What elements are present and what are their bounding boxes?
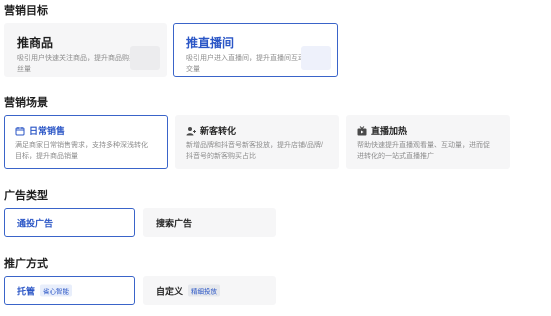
adtype-label-text: 通投广告 <box>17 218 54 228</box>
method-label: 自定义 精细投放 <box>156 284 221 297</box>
live-icon <box>357 125 367 135</box>
goal-title: 推商品 <box>17 36 54 50</box>
scene-head: 日常销售 <box>15 124 65 137</box>
bag-watermark-icon <box>130 46 160 70</box>
scene-head: 新客转化 <box>186 124 236 137</box>
scene-desc: 帮助快速提升直播观看量、互动量，进而促进转化的一站式直播推广 <box>357 142 490 160</box>
scene-title: 直播加热 <box>371 126 408 136</box>
scene-title: 新客转化 <box>200 126 237 136</box>
scene-card-daily-sales[interactable]: 日常销售 满足商家日常销售需求，支持多种深浅转化目标，提升商品销量 <box>4 115 168 169</box>
section-title-goal: 营销目标 <box>4 5 48 17</box>
method-label-text: 自定义 <box>156 286 184 296</box>
goal-title: 推直播间 <box>186 36 235 50</box>
adtype-option-search[interactable]: 搜索广告 <box>143 208 276 237</box>
method-tag: 省心智能 <box>40 284 73 297</box>
live-watermark-icon <box>301 46 331 70</box>
adtype-label: 通投广告 <box>17 216 53 229</box>
scene-head: 直播加热 <box>357 124 407 137</box>
method-tag: 精细投放 <box>188 284 221 297</box>
goal-card-product[interactable]: 推商品 吸引用户快速关注商品，提升商品购买量和粉丝量 <box>4 23 167 77</box>
adtype-label: 搜索广告 <box>156 216 192 229</box>
section-title-scene: 营销场景 <box>4 97 48 109</box>
scene-title: 日常销售 <box>29 126 66 136</box>
user-add-icon <box>186 126 196 135</box>
section-title-method: 推广方式 <box>4 258 48 270</box>
calendar-icon <box>15 126 25 135</box>
scene-desc: 满足商家日常销售需求，支持多种深浅转化目标，提升商品销量 <box>15 142 148 160</box>
method-option-managed[interactable]: 托管 省心智能 <box>4 276 135 305</box>
scene-card-live-boost[interactable]: 直播加热 帮助快速提升直播观看量、互动量，进而促进转化的一站式直播推广 <box>346 115 510 169</box>
section-title-adtype: 广告类型 <box>4 190 48 202</box>
method-label: 托管 省心智能 <box>17 284 73 297</box>
method-label-text: 托管 <box>17 286 36 296</box>
scene-card-new-customer[interactable]: 新客转化 新增品牌和抖音号新客投放，提升店铺/品牌/抖音号的新客购买占比 <box>175 115 339 169</box>
goal-card-live[interactable]: 推直播间 吸引用户进入直播间，提升直播间互动量和成交量 <box>173 23 338 77</box>
adtype-option-general[interactable]: 通投广告 <box>4 208 135 237</box>
scene-desc: 新增品牌和抖音号新客投放，提升店铺/品牌/抖音号的新客购买占比 <box>186 142 323 160</box>
adtype-label-text: 搜索广告 <box>156 218 193 228</box>
method-option-custom[interactable]: 自定义 精细投放 <box>143 276 276 305</box>
